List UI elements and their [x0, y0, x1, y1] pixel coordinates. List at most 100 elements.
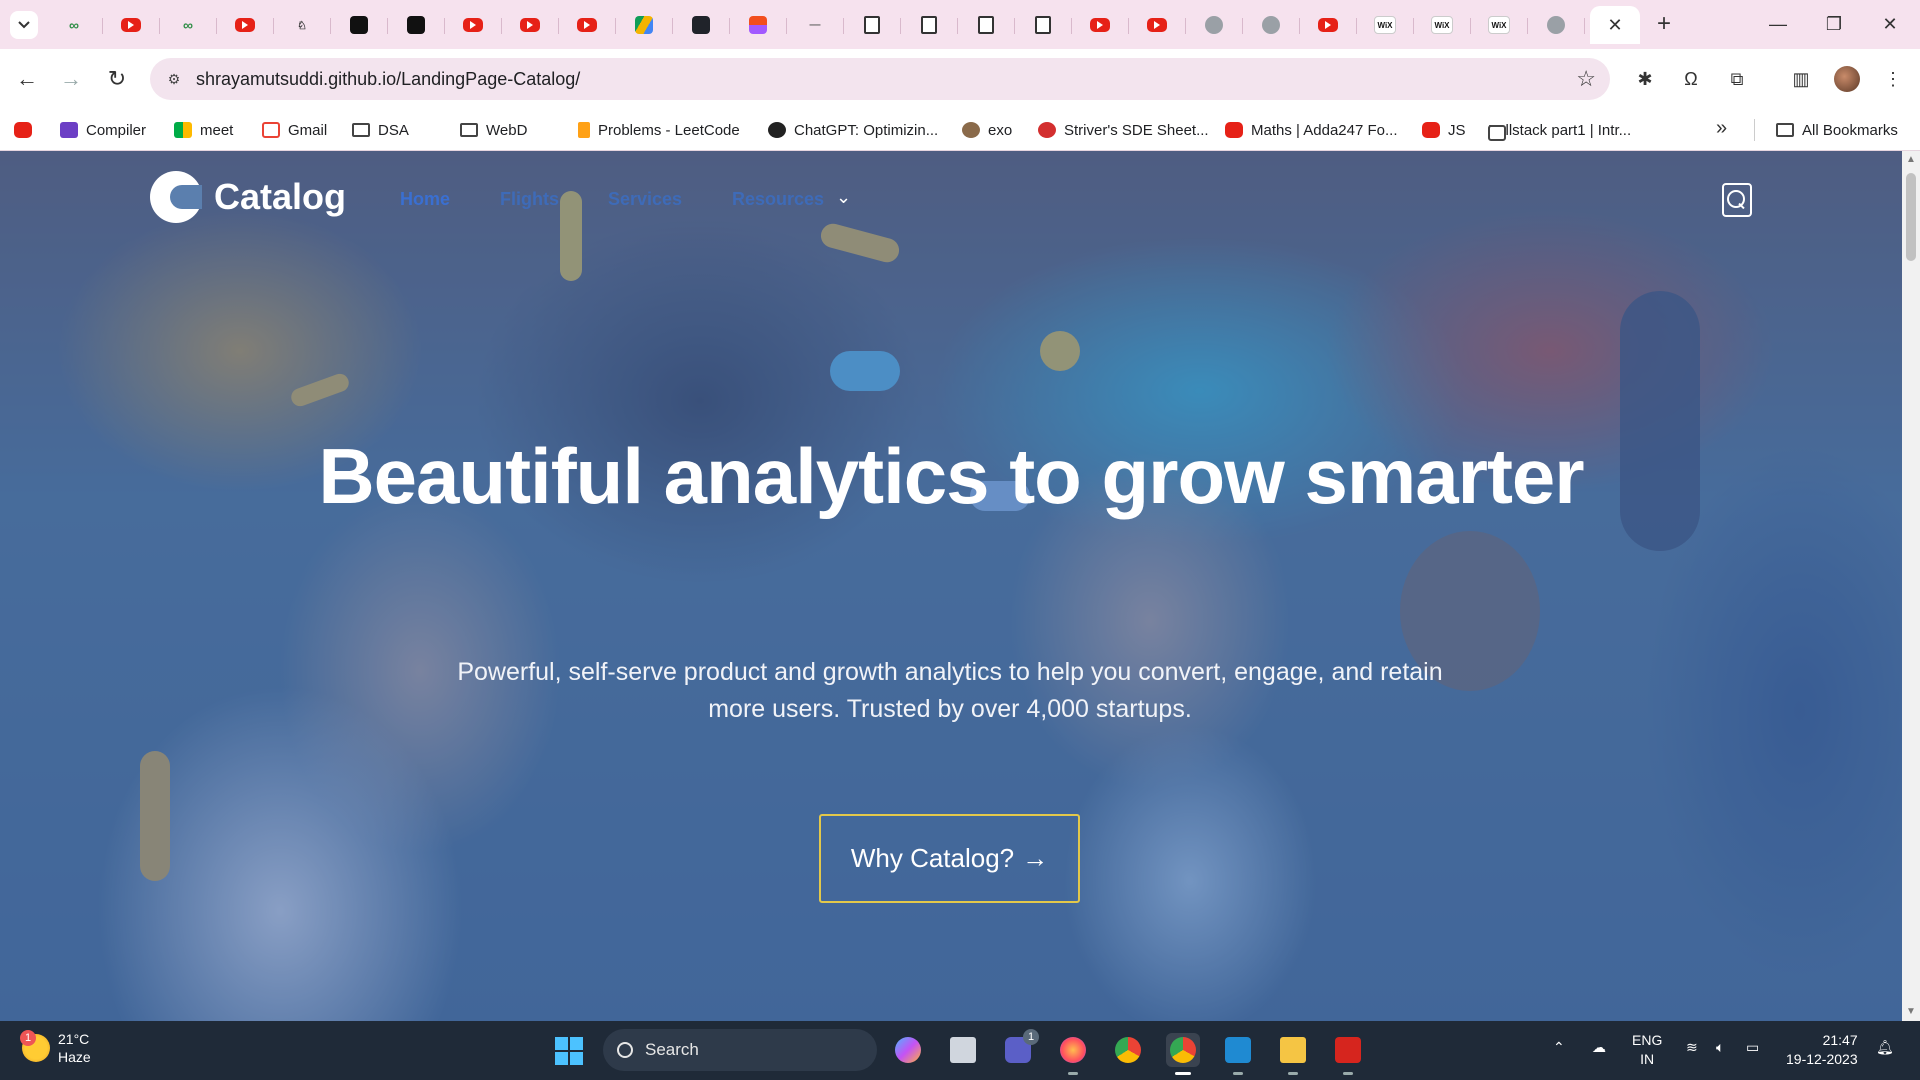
youtube-icon	[577, 18, 597, 32]
compiler-icon	[60, 122, 78, 138]
browser-tab[interactable]: WiX	[1471, 6, 1528, 44]
wifi-icon[interactable]: ≋	[1686, 1039, 1698, 1056]
scrollbar-thumb[interactable]	[1906, 173, 1916, 261]
file-explorer-icon[interactable]	[1276, 1033, 1310, 1075]
url-text[interactable]: shrayamutsuddi.github.io/LandingPage-Cat…	[196, 69, 580, 90]
browser-tab[interactable]: WiX	[1414, 6, 1471, 44]
tab-search-button[interactable]	[10, 11, 38, 39]
forward-button[interactable]: →	[56, 64, 86, 94]
browser-tab[interactable]	[502, 6, 559, 44]
yt-icon	[14, 122, 32, 138]
browser-tab[interactable]	[1072, 6, 1129, 44]
more-bookmarks-icon[interactable]: »	[1716, 117, 1727, 140]
browser-tab[interactable]	[901, 6, 958, 44]
browser-tab[interactable]: ∞	[160, 6, 217, 44]
teams-app-icon[interactable]: 1	[1001, 1029, 1039, 1067]
chevron-down-icon[interactable]: ⌄	[836, 187, 851, 208]
page-scrollbar[interactable]: ▲ ▼	[1902, 151, 1920, 1021]
browser-tab[interactable]	[559, 6, 616, 44]
tray-chevron-up-icon[interactable]: ⌃	[1553, 1039, 1565, 1056]
bookmark-item[interactable]: meet	[174, 119, 233, 141]
address-bar[interactable]: ⚙ shrayamutsuddi.github.io/LandingPage-C…	[150, 58, 1610, 100]
firefox-app-icon[interactable]	[1056, 1033, 1090, 1075]
browser-tab[interactable]	[103, 6, 160, 44]
browser-tab[interactable]	[1243, 6, 1300, 44]
close-window-button[interactable]: ✕	[1870, 10, 1910, 38]
browser-tab[interactable]	[1528, 6, 1585, 44]
taskbar-search[interactable]: Search	[603, 1029, 877, 1071]
nav-resources[interactable]: Resources	[732, 189, 824, 210]
vscode-app-icon[interactable]	[1221, 1033, 1255, 1075]
weather-widget[interactable]: 1 21°C Haze	[20, 1030, 91, 1066]
battery-icon[interactable]: ▭	[1746, 1039, 1759, 1056]
bookmark-item[interactable]: Compiler	[60, 119, 146, 141]
menu-kebab-icon[interactable]: ⋮	[1878, 64, 1908, 94]
why-catalog-button[interactable]: Why Catalog? →	[819, 814, 1080, 903]
extension-bug-icon[interactable]: ✱	[1630, 64, 1660, 94]
new-tab-button[interactable]: +	[1650, 10, 1678, 38]
profile-avatar[interactable]	[1832, 64, 1862, 94]
browser-tab[interactable]: —	[787, 6, 844, 44]
nav-home[interactable]: Home	[400, 189, 450, 210]
onedrive-icon[interactable]: ☁	[1592, 1039, 1606, 1056]
system-clock[interactable]: 21:47 19-12-2023	[1786, 1031, 1858, 1069]
browser-tab[interactable]	[1015, 6, 1072, 44]
bookmark-item[interactable]: Problems - LeetCode	[578, 119, 740, 141]
bookmark-item[interactable]: JS	[1422, 119, 1466, 141]
browser-tab[interactable]	[616, 6, 673, 44]
extensions-puzzle-icon[interactable]: ⧉	[1722, 64, 1752, 94]
chrome-app-icon[interactable]	[1111, 1033, 1145, 1067]
browser-tab[interactable]	[1300, 6, 1357, 44]
browser-tab[interactable]	[1129, 6, 1186, 44]
close-tab-icon[interactable]: ✕	[1607, 15, 1622, 36]
browser-tab[interactable]	[958, 6, 1015, 44]
bookmark-item[interactable]: exo	[962, 119, 1012, 141]
restore-button[interactable]: ❐	[1814, 10, 1854, 38]
site-info-icon[interactable]: ⚙	[164, 69, 184, 89]
nav-services[interactable]: Services	[608, 189, 682, 210]
bookmark-item[interactable]	[14, 119, 32, 141]
copilot-app-icon[interactable]	[891, 1033, 925, 1067]
back-button[interactable]: ←	[12, 64, 42, 94]
side-panel-icon[interactable]: ▥	[1786, 64, 1816, 94]
bookmark-star-icon[interactable]: ☆	[1576, 66, 1596, 92]
browser-tab[interactable]	[1186, 6, 1243, 44]
browser-tab[interactable]: WiX	[1357, 6, 1414, 44]
acrobat-app-icon[interactable]	[1331, 1033, 1365, 1075]
bookmark-item[interactable]: WebD	[460, 119, 527, 141]
browser-tab[interactable]: ∞	[46, 6, 103, 44]
browser-tab[interactable]	[844, 6, 901, 44]
minimize-button[interactable]: —	[1758, 10, 1798, 38]
bookmark-item[interactable]: Striver's SDE Sheet...	[1038, 119, 1209, 141]
all-bookmarks[interactable]: All Bookmarks	[1776, 119, 1898, 141]
browser-tab[interactable]	[445, 6, 502, 44]
scroll-up-icon[interactable]: ▲	[1906, 155, 1916, 165]
browser-tab[interactable]	[388, 6, 445, 44]
bookmark-item[interactable]: DSA	[352, 119, 409, 141]
weather-temperature: 21°C	[58, 1031, 90, 1047]
gfg-icon: ∞	[69, 17, 79, 33]
bookmark-item[interactable]: Fullstack part1 | Intr...	[1488, 119, 1631, 141]
input-language[interactable]: ENG IN	[1632, 1031, 1662, 1069]
reload-button[interactable]: ↻	[102, 64, 132, 94]
bookmark-item[interactable]: Maths | Adda247 Fo...	[1225, 119, 1397, 141]
tab-active[interactable]: ✕	[1590, 6, 1640, 44]
site-search-icon[interactable]	[1722, 183, 1752, 217]
browser-tab[interactable]: ♘	[274, 6, 331, 44]
browser-tab[interactable]	[217, 6, 274, 44]
bookmark-item[interactable]: ChatGPT: Optimizin...	[768, 119, 938, 141]
bookmark-item[interactable]: Gmail	[262, 119, 327, 141]
chrome-active-app-icon[interactable]	[1166, 1033, 1200, 1075]
drive-icon	[635, 16, 653, 34]
start-windows-icon[interactable]	[555, 1037, 583, 1065]
browser-tab[interactable]	[730, 6, 787, 44]
browser-tab[interactable]	[331, 6, 388, 44]
task-view-icon[interactable]	[946, 1033, 980, 1067]
browser-tab[interactable]	[673, 6, 730, 44]
extension-omega-icon[interactable]: Ω	[1676, 64, 1706, 94]
volume-icon[interactable]: 🔈︎	[1716, 1039, 1724, 1056]
notification-bell-icon[interactable]: 🔔︎	[1876, 1039, 1894, 1056]
catalog-logo[interactable]: Catalog	[150, 171, 346, 223]
scroll-down-icon[interactable]: ▼	[1906, 1007, 1916, 1017]
nav-flights[interactable]: Flights	[500, 189, 559, 210]
